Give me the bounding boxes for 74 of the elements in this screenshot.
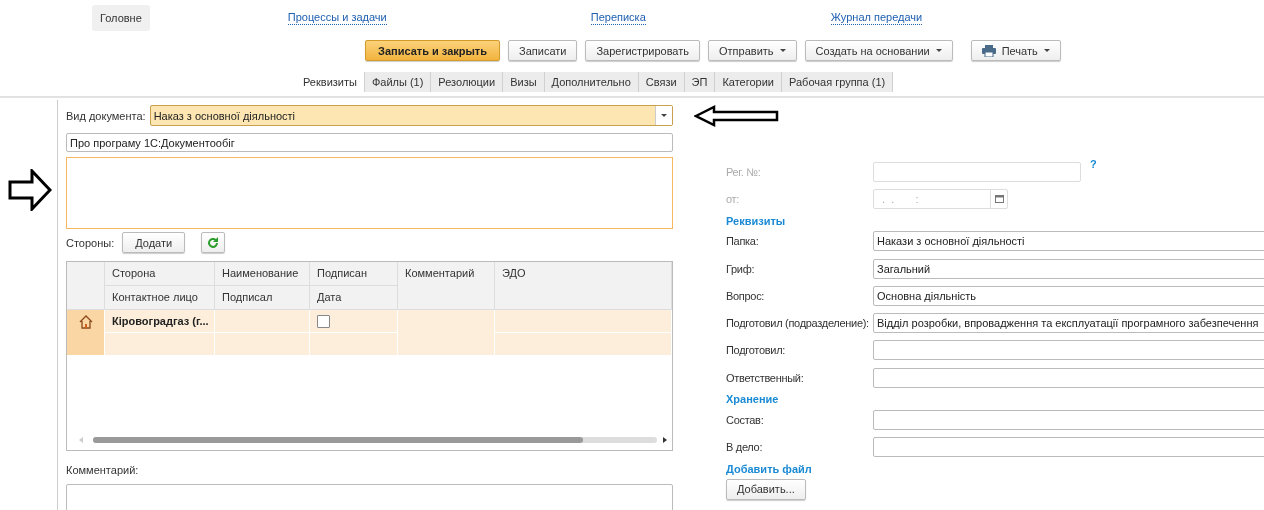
column-header[interactable]: Подписал [215,286,310,311]
right-arrow-icon [8,169,52,211]
field-label: Вопрос: [726,289,766,302]
section-heading: Добавить файл [726,462,813,475]
field-label: Подготовил: [726,344,787,357]
registration-number-field[interactable] [873,161,1081,182]
column-header[interactable]: Наименование [215,262,310,287]
save-and-close-button[interactable]: Записать и закрыть [365,40,501,61]
tab[interactable]: Категории [715,72,782,92]
tab[interactable]: ЭП [684,72,716,92]
field-label: Гриф: [726,262,756,275]
text-area[interactable] [66,157,673,230]
caret-icon [935,48,942,53]
add-button[interactable]: Додати [122,232,186,254]
print-button[interactable]: Печать [970,40,1061,61]
field-label: В дело: [726,441,764,454]
input-field[interactable]: Загальний [873,258,1264,279]
input-field[interactable]: Накази з основної діяльності [873,231,1264,252]
field-label: Состав: [726,414,765,426]
column-header[interactable]: Контактное лицо [105,286,215,311]
calendar-button[interactable] [990,189,1007,208]
field-label: Стороны: [66,236,115,249]
table-cell: Кіровоградгаз (г... [105,310,215,334]
left-arrow-icon [694,105,780,127]
nav-link[interactable]: Процессы и задачи [287,11,387,25]
field-label: Папка: [726,235,760,248]
section-heading: Реквизиты [726,214,787,227]
input-field[interactable] [873,410,1264,430]
calendar-icon [994,194,1004,204]
caret-icon [779,48,786,53]
dropdown-button[interactable] [655,106,672,125]
column-header[interactable]: Сторона [105,262,215,287]
tab[interactable]: Файлы (1) [364,72,432,92]
input-field[interactable]: Відділ розробки, впровадження та експлуатації програмного забезпечення [873,313,1264,334]
tab[interactable]: Дополнительно [544,72,639,92]
toolbar-button[interactable]: Записати [508,40,578,61]
tab[interactable]: Рабочая группа (1) [782,72,894,92]
caret-icon [1043,48,1050,53]
toolbar-button[interactable]: Зарегистрировать [585,40,700,61]
section-heading: Хранение [726,393,780,406]
house-icon [78,315,93,330]
header-cell [67,262,105,311]
refresh-button[interactable] [201,232,226,254]
field-label: Подготовил (подразделение): [726,317,870,330]
tab[interactable]: Связи [638,72,685,92]
field-label: Ответственный: [726,371,805,384]
tab[interactable]: Резолюции [431,72,504,92]
add-file-button[interactable]: Добавить... [726,478,806,500]
input-field[interactable] [873,437,1264,458]
column-header[interactable]: Комментарий [398,262,495,311]
field-label: от: [726,192,741,205]
field-label: Рег. №: [726,165,762,178]
help-link[interactable]: ? [1090,158,1097,170]
checkbox[interactable] [317,315,330,329]
input-field[interactable]: Основна діяльність [873,285,1264,306]
field-label: Комментарий: [66,464,140,477]
menu-button[interactable]: Создать на основании [804,40,953,61]
nav-link[interactable]: Журнал передачи [830,11,923,25]
printer-icon [981,44,996,57]
document-type-combobox[interactable]: Наказ з основної діяльності [149,105,673,126]
caret-icon [661,113,667,118]
nav-link[interactable]: Переписка [590,11,646,25]
column-header[interactable]: Дата [310,286,398,311]
tab[interactable]: Визы [503,72,545,92]
title-field[interactable]: Про програму 1С:Документообіг [66,133,673,153]
column-header[interactable]: ЭДО [495,262,672,311]
menu-button[interactable]: Отправить [708,40,797,61]
home-tab[interactable]: Головне [92,5,150,31]
row-marker-cell[interactable] [67,310,105,357]
input-field[interactable] [873,340,1264,361]
column-header[interactable]: Подписан [310,262,398,287]
refresh-icon [207,236,220,249]
input-field[interactable] [873,367,1264,388]
field-label: Вид документа: [66,109,146,122]
